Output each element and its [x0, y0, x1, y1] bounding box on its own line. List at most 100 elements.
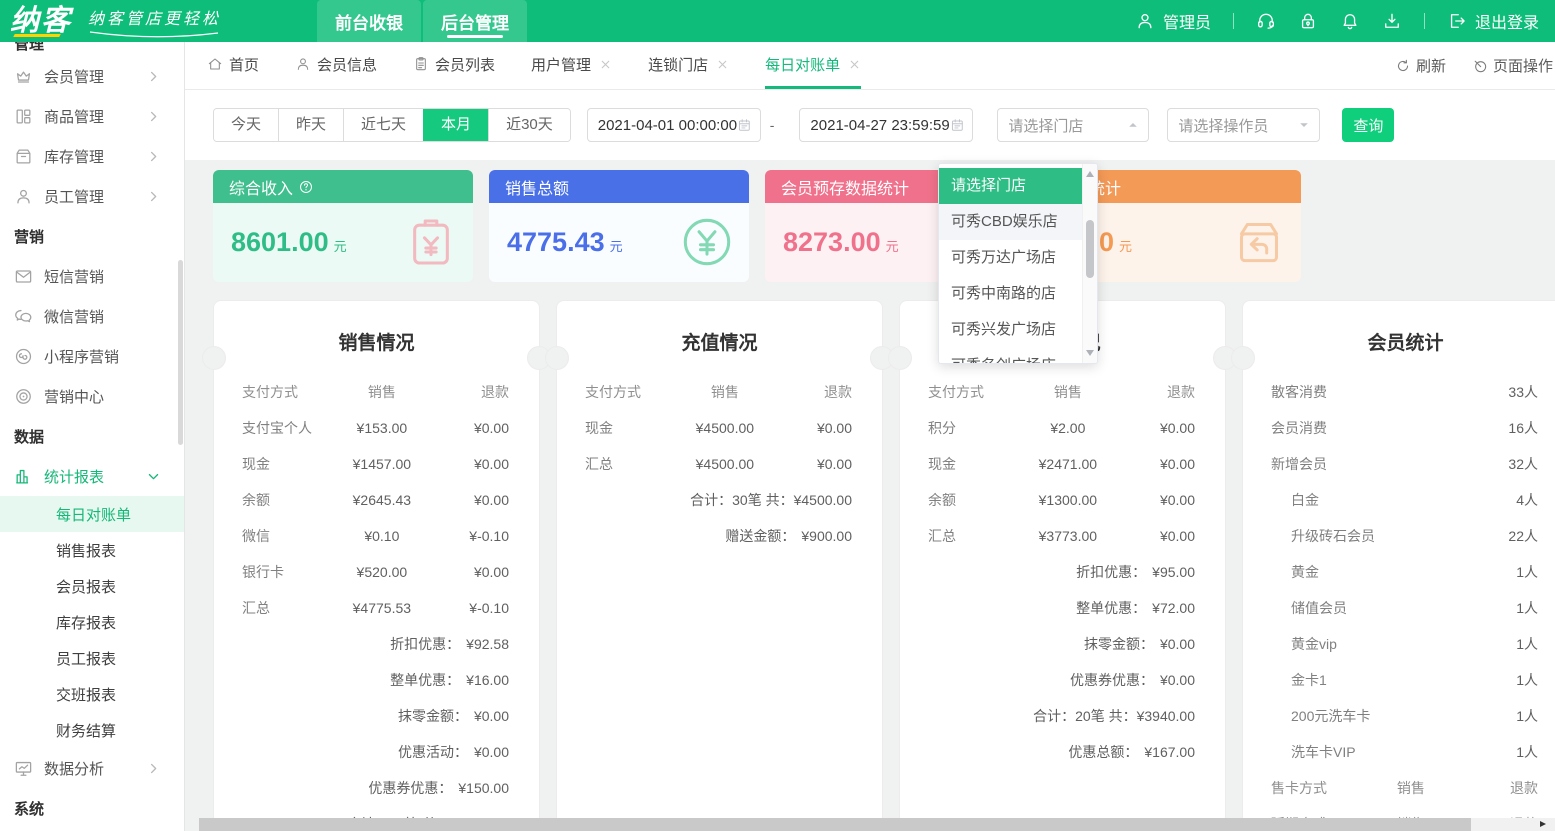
tab-label: 每日对账单	[765, 54, 840, 75]
quick-filter-近七天[interactable]: 近七天	[343, 109, 423, 141]
tab-会员列表[interactable]: 会员列表	[413, 42, 495, 89]
store-select[interactable]: 请选择门店	[997, 108, 1149, 142]
sidebar-item-label: 微信营销	[44, 306, 171, 327]
headset-support-icon[interactable]	[1256, 11, 1276, 31]
dropdown-scrollbar-thumb[interactable]	[1086, 220, 1094, 278]
notifications-bell-icon[interactable]	[1340, 11, 1360, 31]
sidebar-item-label: 短信营销	[44, 266, 171, 287]
dropdown-scrollbar[interactable]	[1082, 164, 1097, 363]
sidebar-subitem-交班报表[interactable]: 交班报表	[0, 676, 184, 712]
sidebar-item-库存管理[interactable]: 库存管理	[0, 136, 184, 176]
cell: 积分	[900, 418, 1025, 438]
table-row: 余额¥1300.00¥0.00	[900, 482, 1225, 518]
quick-filter-昨天[interactable]: 昨天	[278, 109, 343, 141]
sidebar-item-小程序营销[interactable]: 小程序营销	[0, 336, 184, 376]
sidebar-item-微信营销[interactable]: 微信营销	[0, 296, 184, 336]
start-date-value: 2021-04-01 00:00:00	[598, 117, 737, 134]
tab-首页[interactable]: 首页	[207, 42, 259, 89]
sidebar-item-短信营销[interactable]: 短信营销	[0, 256, 184, 296]
summary-row: 抹零金额：¥0.00	[214, 698, 539, 734]
store-option-可秀CBD娱乐店[interactable]: 可秀CBD娱乐店	[939, 204, 1097, 240]
table-header-row: 支付方式销售退款	[214, 374, 539, 410]
cell: 售卡方式	[1243, 778, 1368, 798]
summary-value: ¥0.00	[1160, 636, 1195, 652]
start-date-input[interactable]: 2021-04-01 00:00:00	[587, 108, 761, 142]
store-option-可秀兴发广场店[interactable]: 可秀兴发广场店	[939, 312, 1097, 348]
sidebar-item-商品管理[interactable]: 商品管理	[0, 96, 184, 136]
summary-value: ¥72.00	[1152, 600, 1195, 616]
download-icon[interactable]	[1382, 11, 1402, 31]
search-button[interactable]: 查询	[1342, 108, 1394, 142]
store-select-placeholder: 请选择门店	[1008, 115, 1126, 136]
cell: ¥153.00	[339, 420, 424, 436]
summary-value: ¥900.00	[801, 528, 852, 544]
page-tabbar: 首页 会员信息 会员列表用户管理连锁门店 每日对账单 刷新 页面操作	[185, 42, 1555, 90]
operator-select-placeholder: 请选择操作员	[1178, 115, 1297, 136]
store-option-可秀中南路的店[interactable]: 可秀中南路的店	[939, 276, 1097, 312]
sidebar-item-统计报表[interactable]: 统计报表	[0, 456, 184, 496]
table-row: 汇总¥4500.00¥0.00	[557, 446, 882, 482]
sidebar-scrollbar-thumb[interactable]	[178, 260, 183, 445]
refresh-button[interactable]: 刷新	[1395, 55, 1446, 76]
tab-label: 会员信息	[317, 54, 377, 75]
summary-row: 优惠券优惠：¥150.00	[214, 770, 539, 806]
tab-连锁门店[interactable]: 连锁门店	[648, 42, 729, 89]
summary-label: 抹零金额：	[398, 706, 468, 726]
tab-每日对账单[interactable]: 每日对账单	[765, 42, 861, 89]
horizontal-scrollbar-thumb[interactable]	[199, 818, 1471, 831]
tab-close-icon[interactable]	[716, 58, 729, 71]
tab-用户管理[interactable]: 用户管理	[531, 42, 612, 89]
sidebar-subitem-员工报表[interactable]: 员工报表	[0, 640, 184, 676]
page-operations-button[interactable]: 页面操作	[1472, 55, 1553, 76]
scroll-up-arrow[interactable]	[1086, 171, 1094, 177]
cell: ¥0.00	[1110, 492, 1225, 508]
store-option-请选择门店[interactable]: 请选择门店	[939, 168, 1097, 204]
sidebar-item-会员管理[interactable]: 会员管理	[0, 56, 184, 96]
quick-filter-近30天[interactable]: 近30天	[488, 109, 570, 141]
cell: 销售	[682, 382, 767, 402]
end-date-input[interactable]: 2021-04-27 23:59:59	[799, 108, 973, 142]
cell: ¥2.00	[1025, 420, 1110, 436]
nav-backend-admin[interactable]: 后台管理	[423, 0, 527, 42]
logout-button[interactable]: 退出登录	[1447, 9, 1539, 33]
horizontal-scrollbar[interactable]	[199, 818, 1555, 831]
sidebar-subitem-会员报表[interactable]: 会员报表	[0, 568, 184, 604]
scroll-right-arrow[interactable]	[1540, 821, 1546, 827]
help-question-icon[interactable]	[298, 179, 314, 195]
current-user[interactable]: 管理员	[1135, 9, 1211, 33]
scroll-down-arrow[interactable]	[1086, 350, 1094, 356]
stat-row: 会员消费16人	[1243, 410, 1555, 446]
topbar-right-actions: 管理员 退出登录	[1135, 9, 1555, 33]
cell: ¥2471.00	[1025, 456, 1110, 472]
operator-select[interactable]: 请选择操作员	[1167, 108, 1320, 142]
tab-close-icon[interactable]	[599, 58, 612, 71]
stat-label: 白金	[1243, 490, 1319, 510]
store-option-可秀名创广场店[interactable]: 可秀名创广场店	[939, 348, 1097, 364]
tab-close-icon[interactable]	[848, 58, 861, 71]
store-option-可秀万达广场店[interactable]: 可秀万达广场店	[939, 240, 1097, 276]
tab-会员信息[interactable]: 会员信息	[295, 42, 377, 89]
summary-label: 优惠活动：	[398, 742, 468, 762]
sidebar-subitem-库存报表[interactable]: 库存报表	[0, 604, 184, 640]
sidebar-item-员工管理[interactable]: 员工管理	[0, 176, 184, 216]
summary-value: ¥95.00	[1152, 564, 1195, 580]
nav-front-cashier[interactable]: 前台收银	[317, 0, 421, 42]
sidebar-item-营销中心[interactable]: 营销中心	[0, 376, 184, 416]
lock-screen-icon[interactable]	[1298, 11, 1318, 31]
quick-filter-本月[interactable]: 本月	[423, 109, 488, 141]
sidebar-subitem-财务结算[interactable]: 财务结算	[0, 712, 184, 748]
quick-filter-今天[interactable]: 今天	[214, 109, 278, 141]
content-area: 今天昨天近七天本月近30天 2021-04-01 00:00:00 - 2021…	[185, 90, 1555, 831]
main-area: 首页 会员信息 会员列表用户管理连锁门店 每日对账单 刷新 页面操作 今天昨天近七天本…	[185, 42, 1555, 831]
chart-icon	[14, 467, 33, 486]
sidebar-subitem-销售报表[interactable]: 销售报表	[0, 532, 184, 568]
stat-card-value: 0元	[1099, 227, 1132, 258]
sidebar-item-数据分析[interactable]: 数据分析	[0, 748, 184, 788]
cell: 汇总	[900, 526, 1025, 546]
sidebar-subitem-每日对账单[interactable]: 每日对账单	[0, 496, 184, 532]
tab-label: 首页	[229, 54, 259, 75]
stat-card-title: 销售总额	[489, 170, 749, 203]
tagline-underline-curve	[88, 30, 220, 38]
cell: 现金	[900, 454, 1025, 474]
summary-label: 优惠券优惠：	[1070, 670, 1154, 690]
